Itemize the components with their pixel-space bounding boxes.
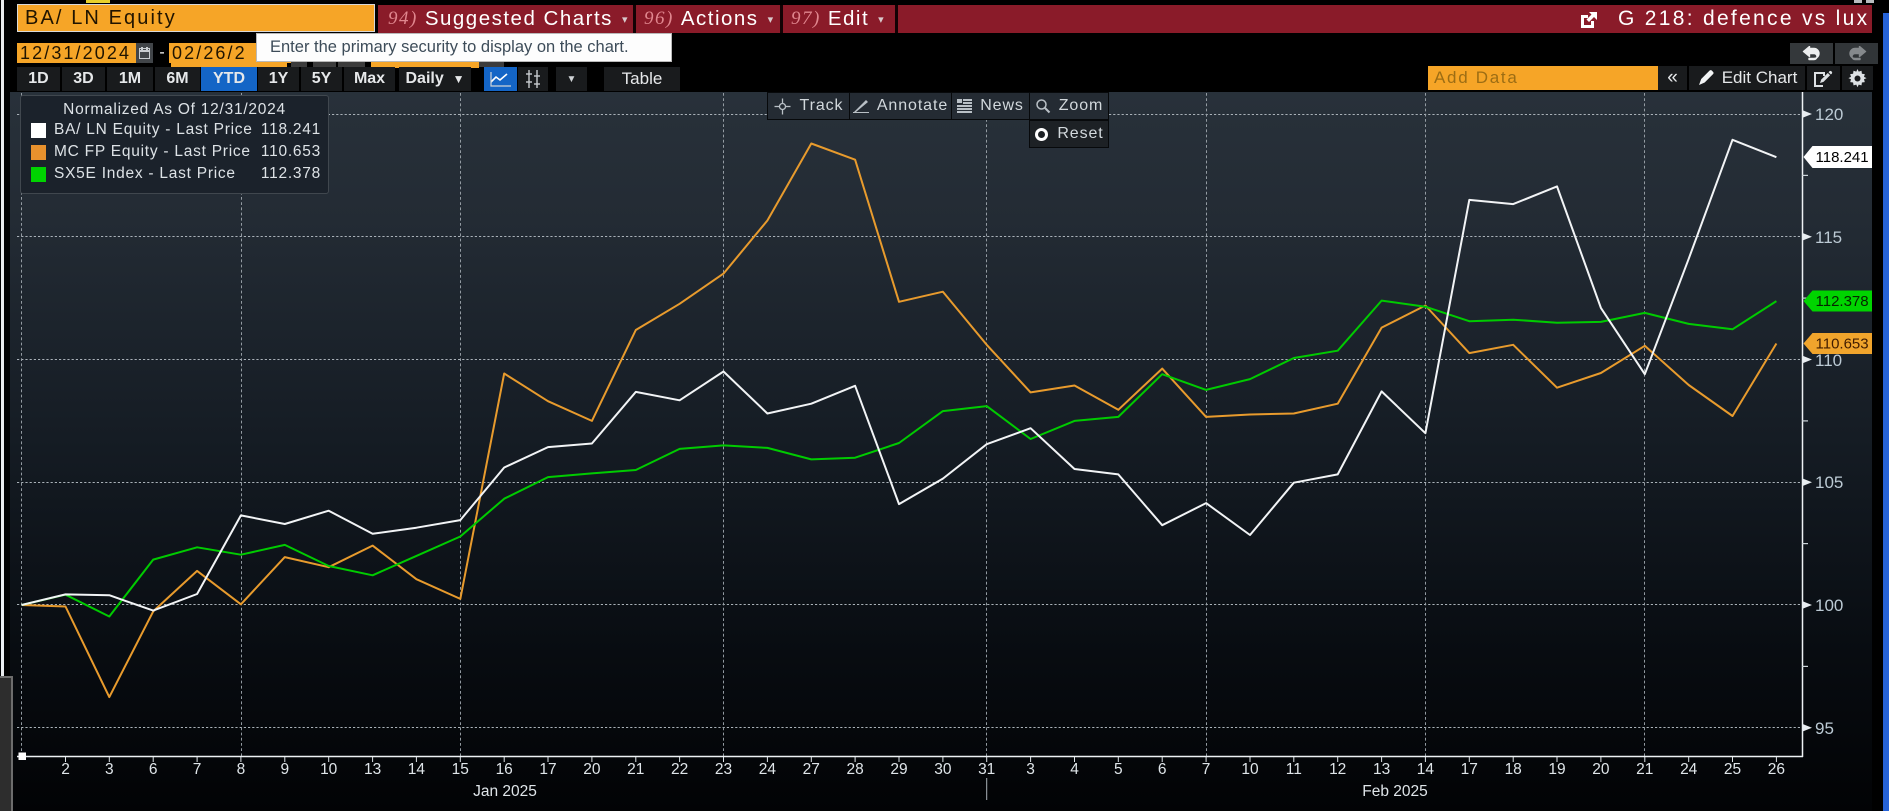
svg-text:4: 4 (1070, 761, 1079, 778)
svg-text:13: 13 (1373, 761, 1390, 778)
svg-text:28: 28 (846, 761, 863, 778)
svg-text:14: 14 (1417, 761, 1435, 778)
svg-text:11: 11 (1286, 761, 1302, 778)
svg-text:17: 17 (539, 761, 556, 778)
svg-text:31: 31 (978, 761, 995, 778)
svg-text:24: 24 (1680, 761, 1698, 778)
svg-text:17: 17 (1461, 761, 1478, 778)
svg-text:105: 105 (1815, 473, 1843, 492)
svg-text:Feb 2025: Feb 2025 (1362, 783, 1428, 800)
svg-text:16: 16 (496, 761, 513, 778)
svg-text:12: 12 (1329, 761, 1346, 778)
svg-text:26: 26 (1768, 761, 1785, 778)
svg-text:6: 6 (1158, 761, 1167, 778)
svg-text:13: 13 (364, 761, 381, 778)
svg-text:23: 23 (715, 761, 732, 778)
svg-text:115: 115 (1815, 228, 1842, 247)
svg-text:Jan 2025: Jan 2025 (473, 783, 537, 800)
svg-text:3: 3 (1026, 761, 1035, 778)
svg-text:2: 2 (61, 761, 70, 778)
svg-text:21: 21 (1636, 761, 1653, 778)
svg-text:110.653: 110.653 (1816, 336, 1869, 353)
svg-text:30: 30 (934, 761, 952, 778)
svg-text:8: 8 (237, 761, 246, 778)
svg-text:100: 100 (1815, 596, 1843, 615)
svg-text:18: 18 (1505, 761, 1522, 778)
svg-text:3: 3 (105, 761, 114, 778)
svg-text:9: 9 (280, 761, 289, 778)
svg-text:7: 7 (1202, 761, 1211, 778)
svg-text:118.241: 118.241 (1816, 149, 1869, 166)
svg-text:24: 24 (759, 761, 777, 778)
svg-text:22: 22 (671, 761, 688, 778)
svg-text:112.378: 112.378 (1816, 293, 1869, 310)
svg-text:5: 5 (1114, 761, 1123, 778)
svg-text:25: 25 (1724, 761, 1741, 778)
svg-text:19: 19 (1548, 761, 1565, 778)
svg-text:120: 120 (1815, 105, 1843, 124)
svg-text:15: 15 (452, 761, 469, 778)
svg-text:10: 10 (320, 761, 338, 778)
svg-text:20: 20 (583, 761, 601, 778)
svg-text:21: 21 (627, 761, 644, 778)
svg-text:29: 29 (890, 761, 907, 778)
svg-text:20: 20 (1592, 761, 1610, 778)
svg-text:95: 95 (1815, 719, 1834, 738)
svg-text:10: 10 (1241, 761, 1259, 778)
svg-text:7: 7 (193, 761, 202, 778)
svg-text:6: 6 (149, 761, 158, 778)
svg-text:14: 14 (408, 761, 426, 778)
svg-text:27: 27 (803, 761, 820, 778)
